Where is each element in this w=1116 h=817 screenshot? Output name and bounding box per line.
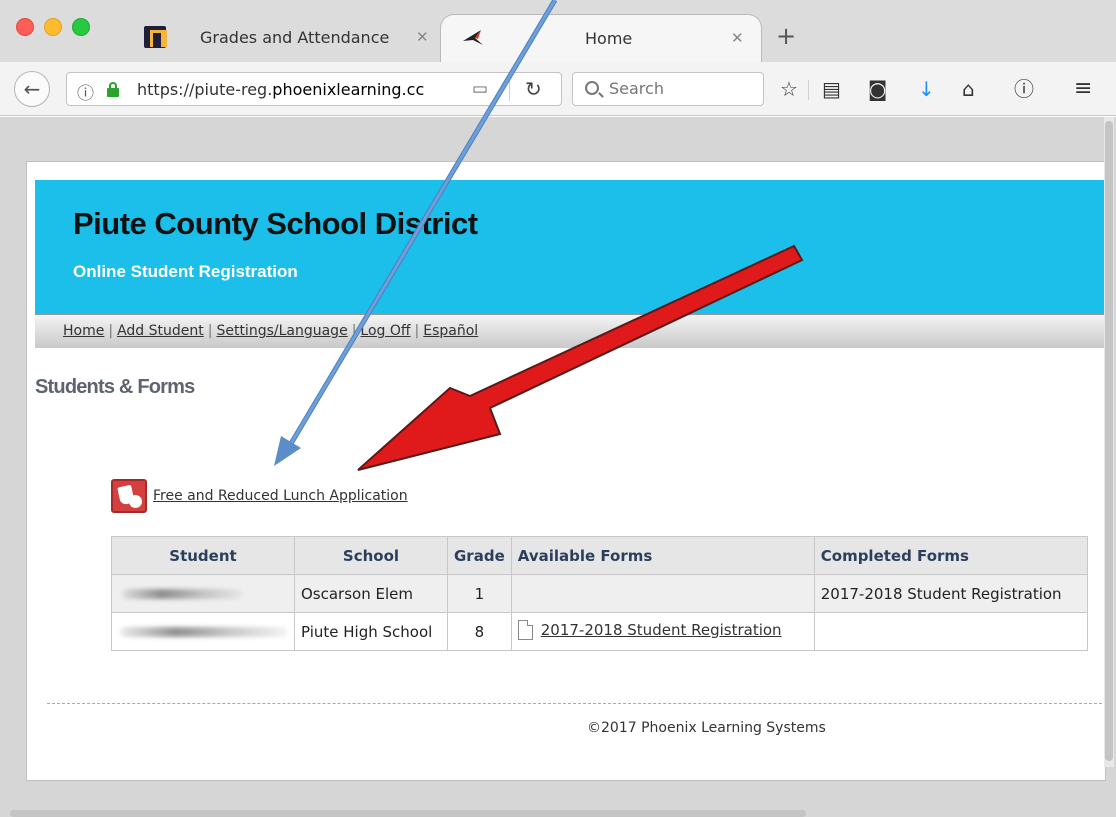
vertical-scrollbar[interactable] <box>1104 117 1114 767</box>
tab-title: Home <box>585 29 633 48</box>
site-title: Piute County School District <box>73 206 478 241</box>
header-grade: Grade <box>447 536 512 575</box>
registration-form-label: 2017-2018 Student Registration <box>540 620 782 639</box>
nav-settings-language-link[interactable]: Settings/Language <box>216 323 347 339</box>
school-cell: Piute High School <box>294 612 448 651</box>
completed-forms-cell <box>813 612 1088 651</box>
header-student: Student <box>111 536 295 575</box>
header-school: School <box>294 536 448 575</box>
nav-separator: | <box>414 323 420 339</box>
available-forms-cell: 2017-2018 Student Registration <box>510 612 815 651</box>
document-icon <box>517 619 533 640</box>
tab-close-icon[interactable]: ✕ <box>731 29 744 47</box>
search-icon <box>585 81 599 95</box>
url-divider <box>509 77 510 101</box>
table-row: Oscarson Elem 1 2017-2018 Student Regist… <box>111 574 1088 613</box>
info-icon[interactable]: ⓘ <box>77 79 94 104</box>
header-available-forms: Available Forms <box>510 536 815 575</box>
new-tab-button[interactable]: + <box>776 24 796 48</box>
lunch-application-link[interactable]: Free and Reduced Lunch Application <box>153 488 408 504</box>
toolbar-divider <box>808 80 809 100</box>
arrow-left-icon: ← <box>23 77 41 101</box>
tab-close-icon[interactable]: ✕ <box>416 28 429 46</box>
students-forms-table: Student School Grade Available Forms Com… <box>111 536 1088 651</box>
tab-home[interactable]: Home ✕ <box>440 14 762 62</box>
nav-separator: | <box>351 323 357 339</box>
browser-toolbar: ← ⓘ https://piute-reg.phoenixlearning.cc… <box>0 62 1116 116</box>
nav-add-student-link[interactable]: Add Student <box>117 323 204 339</box>
lock-icon[interactable] <box>107 82 119 97</box>
window-zoom-button[interactable] <box>72 18 90 36</box>
pocket-icon[interactable]: ◙ <box>868 76 887 102</box>
bird-favicon-icon <box>463 30 483 45</box>
lunch-application-row: Free and Reduced Lunch Application <box>111 478 408 514</box>
scrollbar-thumb[interactable] <box>1105 121 1113 761</box>
horizontal-scrollbar[interactable] <box>10 810 806 817</box>
nav-log-off-link[interactable]: Log Off <box>360 323 410 339</box>
completed-forms-cell: 2017-2018 Student Registration <box>813 574 1088 613</box>
available-forms-cell <box>510 574 815 613</box>
home-icon[interactable]: ⌂ <box>962 76 975 102</box>
lunch-application-icon[interactable] <box>111 479 147 513</box>
tab-title: Grades and Attendance <box>200 28 390 47</box>
back-button[interactable]: ← <box>14 71 50 107</box>
password-manager-icon[interactable]: ⓘ <box>1014 76 1034 102</box>
student-name-redacted <box>111 612 295 651</box>
powerschool-favicon-icon <box>144 26 167 48</box>
window-minimize-button[interactable] <box>44 18 62 36</box>
url-text[interactable]: https://piute-reg.phoenixlearning.cc <box>137 80 467 99</box>
nav-home-link[interactable]: Home <box>63 323 104 339</box>
table-header-row: Student School Grade Available Forms Com… <box>111 536 1088 575</box>
reading-list-icon[interactable]: ▤ <box>822 76 841 102</box>
tab-grades-and-attendance[interactable]: Grades and Attendance ✕ <box>130 14 440 62</box>
browser-tab-bar: Grades and Attendance ✕ Home ✕ + <box>0 0 1116 62</box>
download-icon[interactable]: ↓ <box>918 76 935 102</box>
header-completed-forms: Completed Forms <box>813 536 1088 575</box>
page-container: Piute County School District Online Stud… <box>26 161 1107 781</box>
student-name-redacted <box>111 574 295 613</box>
nav-separator: | <box>108 323 114 339</box>
grade-cell: 1 <box>447 574 512 613</box>
footer-copyright: ©2017 Phoenix Learning Systems <box>587 720 826 736</box>
footer-divider <box>47 703 1107 704</box>
site-banner: Piute County School District Online Stud… <box>35 180 1107 314</box>
reload-icon[interactable]: ↻ <box>525 77 542 101</box>
url-prefix: https://piute-reg. <box>137 80 273 99</box>
hamburger-menu-icon[interactable]: ≡ <box>1074 76 1092 102</box>
school-cell: Oscarson Elem <box>294 574 448 613</box>
reader-view-icon[interactable]: ▭ <box>472 79 488 99</box>
search-input[interactable] <box>609 79 757 98</box>
grade-cell: 8 <box>447 612 512 651</box>
search-box[interactable] <box>572 72 764 106</box>
url-host: phoenixlearning.cc <box>272 80 425 99</box>
site-nav-bar: Home | Add Student | Settings/Language | Log O… <box>35 314 1107 348</box>
bookmark-star-icon[interactable]: ☆ <box>780 76 798 102</box>
table-row: Piute High School 8 2017-2018 Student Re… <box>111 612 1088 651</box>
nav-separator: | <box>207 323 213 339</box>
nav-espanol-link[interactable]: Español <box>423 323 478 339</box>
window-close-button[interactable] <box>16 18 34 36</box>
page-viewport: Piute County School District Online Stud… <box>0 117 1116 817</box>
url-bar[interactable]: ⓘ https://piute-reg.phoenixlearning.cc ▭… <box>66 72 562 106</box>
registration-form-link[interactable]: 2017-2018 Student Registration <box>517 619 782 640</box>
site-subtitle: Online Student Registration <box>73 262 298 281</box>
section-title: Students & Forms <box>35 376 195 398</box>
